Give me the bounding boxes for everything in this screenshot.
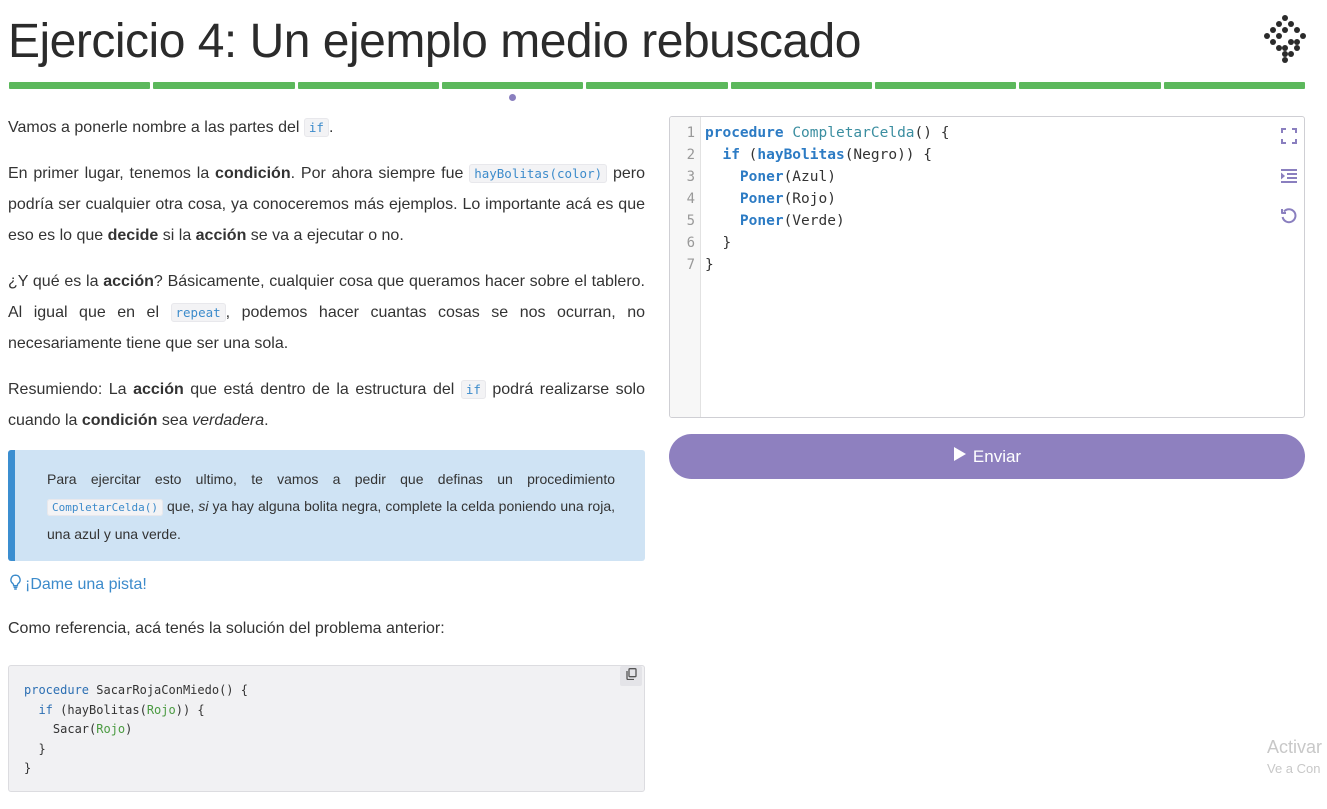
page-title: Ejercicio 4: Un ejemplo medio rebuscado	[8, 15, 861, 68]
line-number: 1	[686, 125, 695, 141]
code-token: }	[24, 761, 32, 775]
submit-label: Enviar	[972, 446, 1022, 466]
progress-segment[interactable]	[586, 82, 728, 89]
code-token: Poner	[705, 213, 784, 229]
progress-segment[interactable]	[153, 82, 295, 89]
code-token: Poner	[705, 191, 784, 207]
line-number: 3	[686, 169, 695, 185]
fullscreen-icon[interactable]	[1279, 126, 1299, 146]
bold-text: acción	[133, 381, 184, 398]
mumuki-logo-icon[interactable]	[1262, 14, 1308, 64]
code-token: Rojo	[96, 722, 126, 736]
bold-text: acción	[103, 273, 154, 290]
line-number: 6	[686, 235, 695, 251]
code-token: if	[705, 147, 740, 163]
text: ¿Y qué es la	[8, 273, 104, 290]
progress-segment[interactable]	[1019, 82, 1161, 89]
progress-segment[interactable]	[874, 82, 1017, 89]
code-token: )	[125, 722, 133, 736]
paragraph: En primer lugar, tenemos la condición. P…	[8, 158, 645, 251]
italic-text: verdadera	[192, 412, 265, 429]
bold-text: acción	[195, 227, 247, 244]
text: que,	[162, 498, 199, 514]
text: En primer lugar, tenemos la	[8, 165, 216, 182]
code-token: (	[739, 147, 758, 163]
line-number: 2	[686, 147, 695, 163]
code-token: if	[24, 702, 53, 717]
hint-label[interactable]: ¡Dame una pista!	[25, 576, 147, 594]
editor-code[interactable]: procedure CompletarCelda() { if (hayBoli…	[705, 122, 949, 276]
code-token: (Verde)	[783, 213, 845, 229]
text: se va a ejecutar o no.	[246, 227, 404, 244]
code-token: (Rojo)	[783, 191, 836, 207]
windows-activation-watermark: Activar Ve a Con	[1267, 736, 1322, 780]
progress-segment[interactable]	[9, 82, 151, 89]
code-token: SacarRojaConMiedo() {	[89, 683, 248, 697]
paragraph: Resumiendo: La acción que está dentro de…	[8, 374, 645, 436]
code-token: (Negro)) {	[844, 147, 933, 163]
inline-code: hayBolitas(color)	[469, 164, 608, 183]
reset-icon[interactable]	[1279, 206, 1299, 226]
copy-code-button[interactable]	[620, 666, 642, 686]
code-token: )) {	[175, 702, 205, 717]
progress-segment[interactable]	[730, 82, 872, 89]
hint-link[interactable]: ¡Dame una pista!	[9, 574, 147, 595]
current-exercise-marker	[509, 94, 516, 101]
inline-code: repeat	[170, 303, 226, 322]
exercise-progress-bar	[9, 82, 1305, 90]
text: si la	[158, 227, 196, 244]
code-token: }	[705, 235, 732, 251]
code-token: procedure	[24, 683, 90, 697]
inline-code: if	[460, 380, 486, 399]
code-token: (Azul)	[783, 169, 836, 185]
text: . Por ahora siempre fue	[290, 165, 470, 182]
text: sea	[157, 412, 193, 429]
bold-text: condición	[81, 412, 158, 429]
paragraph: Vamos a ponerle nombre a las partes del …	[8, 112, 645, 143]
code-token: }	[24, 741, 46, 756]
progress-segment[interactable]	[297, 82, 439, 89]
code-token: CompletarCelda	[792, 125, 915, 141]
inline-code: if	[303, 118, 329, 137]
progress-segment-current[interactable]	[441, 82, 584, 89]
play-icon	[953, 446, 967, 467]
code-token: }	[705, 257, 714, 273]
indent-icon[interactable]	[1279, 166, 1299, 186]
text: Vamos a ponerle nombre a las partes del	[8, 119, 304, 136]
task-callout: Para ejercitar esto ultimo, te vamos a p…	[8, 450, 645, 561]
submit-button[interactable]: Enviar	[669, 434, 1305, 479]
code-token: (hayBolitas(	[52, 702, 147, 717]
text: Resumiendo: La	[8, 381, 134, 398]
paragraph: ¿Y qué es la acción? Básicamente, cualqu…	[8, 266, 645, 359]
lightbulb-icon	[9, 574, 22, 595]
bold-text: decide	[107, 227, 159, 244]
watermark-line: Ve a Con	[1267, 761, 1321, 776]
code-editor[interactable]: 1 2 3 4 5 6 7 procedure CompletarCelda()…	[669, 116, 1305, 418]
exercise-description: Vamos a ponerle nombre a las partes del …	[8, 112, 645, 451]
code-token: () {	[914, 125, 950, 141]
copy-icon	[625, 667, 637, 685]
inline-code: CompletarCelda()	[47, 499, 163, 516]
line-number: 4	[686, 191, 695, 207]
bold-text: condición	[215, 165, 291, 182]
line-number: 5	[686, 213, 695, 229]
line-number-gutter: 1 2 3 4 5 6 7	[670, 117, 701, 417]
text: .	[328, 119, 334, 136]
watermark-line: Activar	[1267, 737, 1323, 757]
code-token: hayBolitas	[757, 147, 845, 163]
text: .	[264, 412, 269, 429]
text: Para ejercitar esto ultimo, te vamos a p…	[47, 471, 615, 487]
code-token: Poner	[705, 169, 784, 185]
italic-text: si	[198, 498, 209, 514]
progress-segment[interactable]	[1163, 82, 1305, 89]
code-token: Rojo	[146, 702, 176, 717]
reference-code-block: procedure SacarRojaConMiedo() { if (hayB…	[8, 665, 645, 792]
code-token: procedure	[705, 125, 784, 141]
code-token: Sacar(	[24, 722, 97, 736]
reference-text: Como referencia, acá tenés la solución d…	[8, 620, 445, 637]
line-number: 7	[686, 257, 695, 273]
text: que está dentro de la estructura del	[183, 381, 461, 398]
